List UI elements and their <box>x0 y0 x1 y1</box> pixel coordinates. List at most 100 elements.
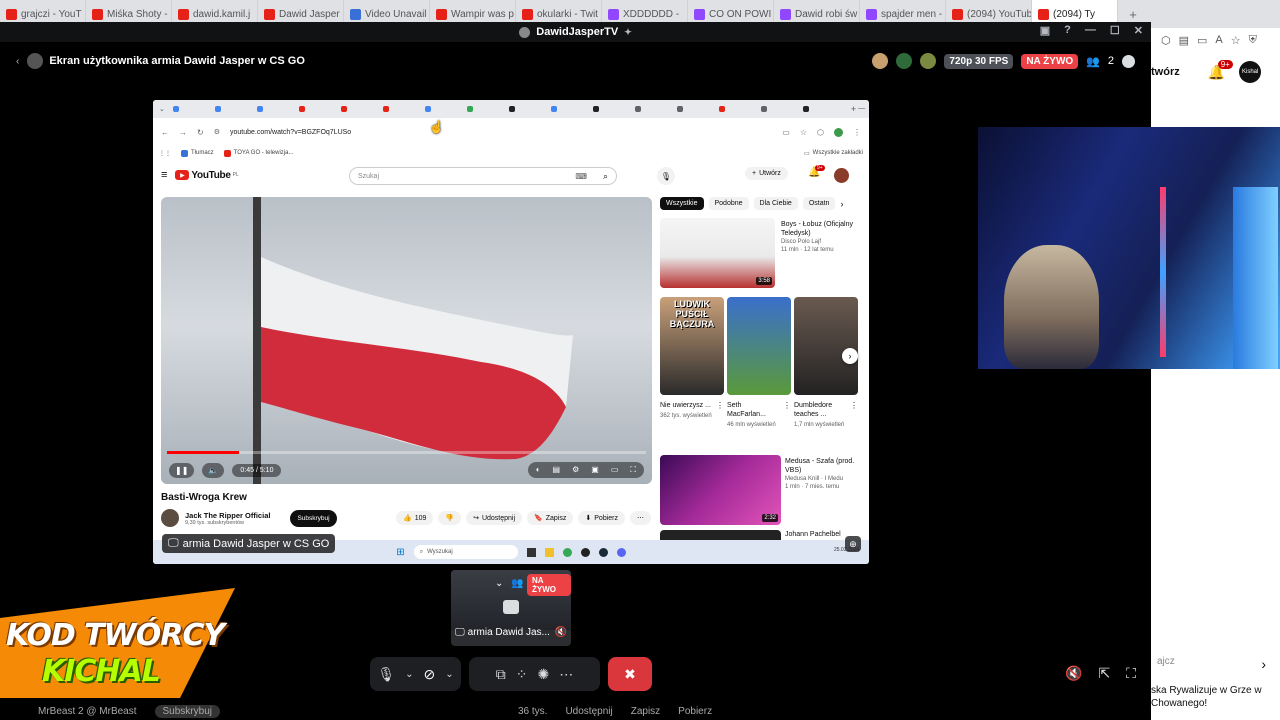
extension-icon[interactable]: ⬡ <box>1161 34 1171 47</box>
short-item[interactable]: Dumbledore teaches ... ⋮ 1,7 mln wyświetle… <box>794 297 858 447</box>
chip-recent[interactable]: Ostatn <box>802 197 836 210</box>
profile-avatar[interactable] <box>834 127 843 137</box>
inner-tab[interactable] <box>676 106 717 112</box>
windows-start-icon[interactable]: ⊞ <box>396 547 404 558</box>
back-chevron-icon[interactable]: ‹ <box>16 56 19 67</box>
more-button[interactable]: ⋯ <box>630 511 651 525</box>
more-icon[interactable]: ⋮ <box>716 401 724 410</box>
fullscreen-icon[interactable]: ⛶ <box>630 465 636 475</box>
inner-tab[interactable] <box>592 106 633 112</box>
chevron-right-icon[interactable]: › <box>840 199 843 209</box>
bookmark-item[interactable]: Tłumacz <box>181 149 214 157</box>
reload-icon[interactable]: ↻ <box>197 128 204 137</box>
volume-mute-icon[interactable]: 🔇 <box>1065 665 1082 682</box>
keyboard-icon[interactable]: ⌨ <box>575 172 587 181</box>
video-player[interactable]: ❚❚ 🔈 0:45 / 5:10 ◐ ▤ ⚙ ▣ ▭ ⛶ <box>161 197 652 484</box>
miniplayer-icon[interactable]: ▣ <box>591 465 599 475</box>
chevron-down-icon[interactable]: ⌄ <box>405 669 413 680</box>
screen-share-icon[interactable]: ⧉ <box>496 666 506 683</box>
site-info-icon[interactable]: ⚙ <box>214 128 220 136</box>
chip-all[interactable]: Wszystkie <box>660 197 704 210</box>
inner-tab[interactable] <box>802 106 843 112</box>
inner-tab[interactable] <box>298 106 339 112</box>
chrome-icon[interactable] <box>562 547 572 557</box>
camera-off-icon[interactable]: ⊘ <box>424 666 436 683</box>
new-tab-button[interactable]: + <box>851 104 856 114</box>
minimize-button[interactable]: — <box>1085 24 1096 37</box>
chevron-down-icon[interactable]: ⌄ <box>495 578 503 589</box>
inner-tab[interactable] <box>634 106 675 112</box>
chevron-down-icon[interactable]: ⌄ <box>445 669 453 680</box>
explorer-icon[interactable] <box>544 547 554 557</box>
subtitles-icon[interactable]: ▤ <box>553 465 561 475</box>
bookmark-item[interactable]: TOYA GO - telewizja... <box>223 149 293 157</box>
more-options-icon[interactable]: ⋯ <box>559 666 573 683</box>
download-button[interactable]: ⬇ Pobierz <box>578 511 625 525</box>
microphone-icon[interactable]: 🎙 <box>657 167 675 185</box>
search-input[interactable]: Szukaj ⌨ ⌕ <box>349 167 617 185</box>
short-item[interactable]: LUDWIK PUŚCIŁ BĄCZURA Nie uwierzysz ... ⋮ 3… <box>660 297 724 447</box>
cast-icon[interactable]: ▭ <box>782 128 790 137</box>
inner-tab[interactable] <box>760 106 801 112</box>
microphone-icon[interactable]: 🎙 <box>377 666 395 683</box>
steam-icon[interactable] <box>598 547 608 557</box>
menu-icon[interactable]: ⋮ <box>853 128 861 137</box>
maximize-button[interactable]: ☐ <box>1110 24 1120 37</box>
suggestion-item[interactable]: 3:58 Boys - Łobuz (Oficjalny Teledysk) D… <box>660 218 860 290</box>
chip-for-you[interactable]: Dla Ciebie <box>753 197 798 210</box>
minimize-button[interactable]: — <box>858 105 865 113</box>
autoplay-icon[interactable]: ◐ <box>536 465 541 475</box>
leave-call-button[interactable]: ✖ <box>608 657 652 691</box>
popout-icon[interactable]: ⇱ <box>1098 665 1110 682</box>
apps-icon[interactable]: ⋮⋮ <box>159 150 171 157</box>
viewers-icon[interactable]: 👥 <box>1086 55 1100 68</box>
like-button[interactable]: 👍 109 <box>395 511 434 525</box>
shield-icon[interactable]: ⛨ <box>1249 34 1257 47</box>
save-button[interactable]: 🔖 Zapisz <box>527 511 574 525</box>
bell-icon[interactable]: 🔔 9+ <box>808 165 825 178</box>
viewer-avatar[interactable] <box>920 53 937 69</box>
chip-related[interactable]: Podobne <box>708 197 749 210</box>
suggestion-item[interactable]: 2:32 Medusa - Szafa (prod. VBS) Medusa K… <box>660 455 860 527</box>
inner-tab[interactable] <box>550 106 591 112</box>
inner-tab[interactable] <box>424 106 465 112</box>
activities-icon[interactable]: ⁘ <box>516 666 528 683</box>
volume-icon[interactable]: 🔈 <box>202 463 225 478</box>
extensions-icon[interactable]: ⬡ <box>817 128 824 137</box>
youtube-logo[interactable]: ▶ YouTube PL <box>175 170 239 181</box>
inner-tab[interactable] <box>214 106 255 112</box>
taskbar-search[interactable]: ⌕ Wyszukaj <box>413 545 518 559</box>
fullscreen-icon[interactable]: ⛶ <box>1126 665 1136 682</box>
search-icon[interactable]: ⌕ <box>603 171 608 182</box>
url-field[interactable]: youtube.com/watch?v=BGZFOq7LUSo <box>230 129 351 136</box>
inbox-icon[interactable]: ▣ <box>1040 24 1050 37</box>
reader-icon[interactable]: ▤ <box>1179 34 1189 47</box>
app-icon[interactable] <box>580 547 590 557</box>
bell-icon[interactable]: 🔔 9+ <box>1208 59 1233 81</box>
discord-icon[interactable] <box>616 547 626 557</box>
all-bookmarks[interactable]: ▭ Wszystkie zakładki <box>804 150 863 157</box>
help-icon[interactable]: ? <box>1064 24 1071 37</box>
chevron-right-icon[interactable]: › <box>1261 656 1266 672</box>
create-button[interactable]: + Utwórz <box>745 167 788 180</box>
suggestion-title[interactable]: Johann Pachelbel <box>785 530 841 539</box>
inner-tab[interactable] <box>466 106 507 112</box>
subscribe-button[interactable]: Subskrybuj <box>290 509 337 527</box>
zoom-icon[interactable]: ⊕ <box>845 536 861 552</box>
more-icon[interactable]: ⋮ <box>850 401 858 419</box>
short-item[interactable]: Seth MacFarlan... ⋮ 46 mln wyświetleń <box>727 297 791 447</box>
dislike-button[interactable]: 👎 <box>438 511 462 525</box>
shelf-next-button[interactable]: › <box>842 348 858 364</box>
settings-icon[interactable]: ⚙ <box>572 465 579 475</box>
pause-button[interactable]: ❚❚ <box>169 463 195 478</box>
back-icon[interactable]: ← <box>161 128 169 137</box>
inner-tab[interactable] <box>382 106 423 112</box>
taskview-icon[interactable] <box>526 547 536 557</box>
video-title[interactable]: ska Rywalizuje w Grze w Chowanego! <box>1151 672 1280 710</box>
channel-avatar[interactable] <box>161 509 179 527</box>
muted-icon[interactable]: 🔇 <box>555 627 567 638</box>
account-avatar[interactable]: Kishal <box>1239 61 1262 83</box>
webcam-feed[interactable] <box>978 127 1280 369</box>
star-icon[interactable]: ☆ <box>1231 34 1241 47</box>
viewer-avatar[interactable] <box>896 53 913 69</box>
